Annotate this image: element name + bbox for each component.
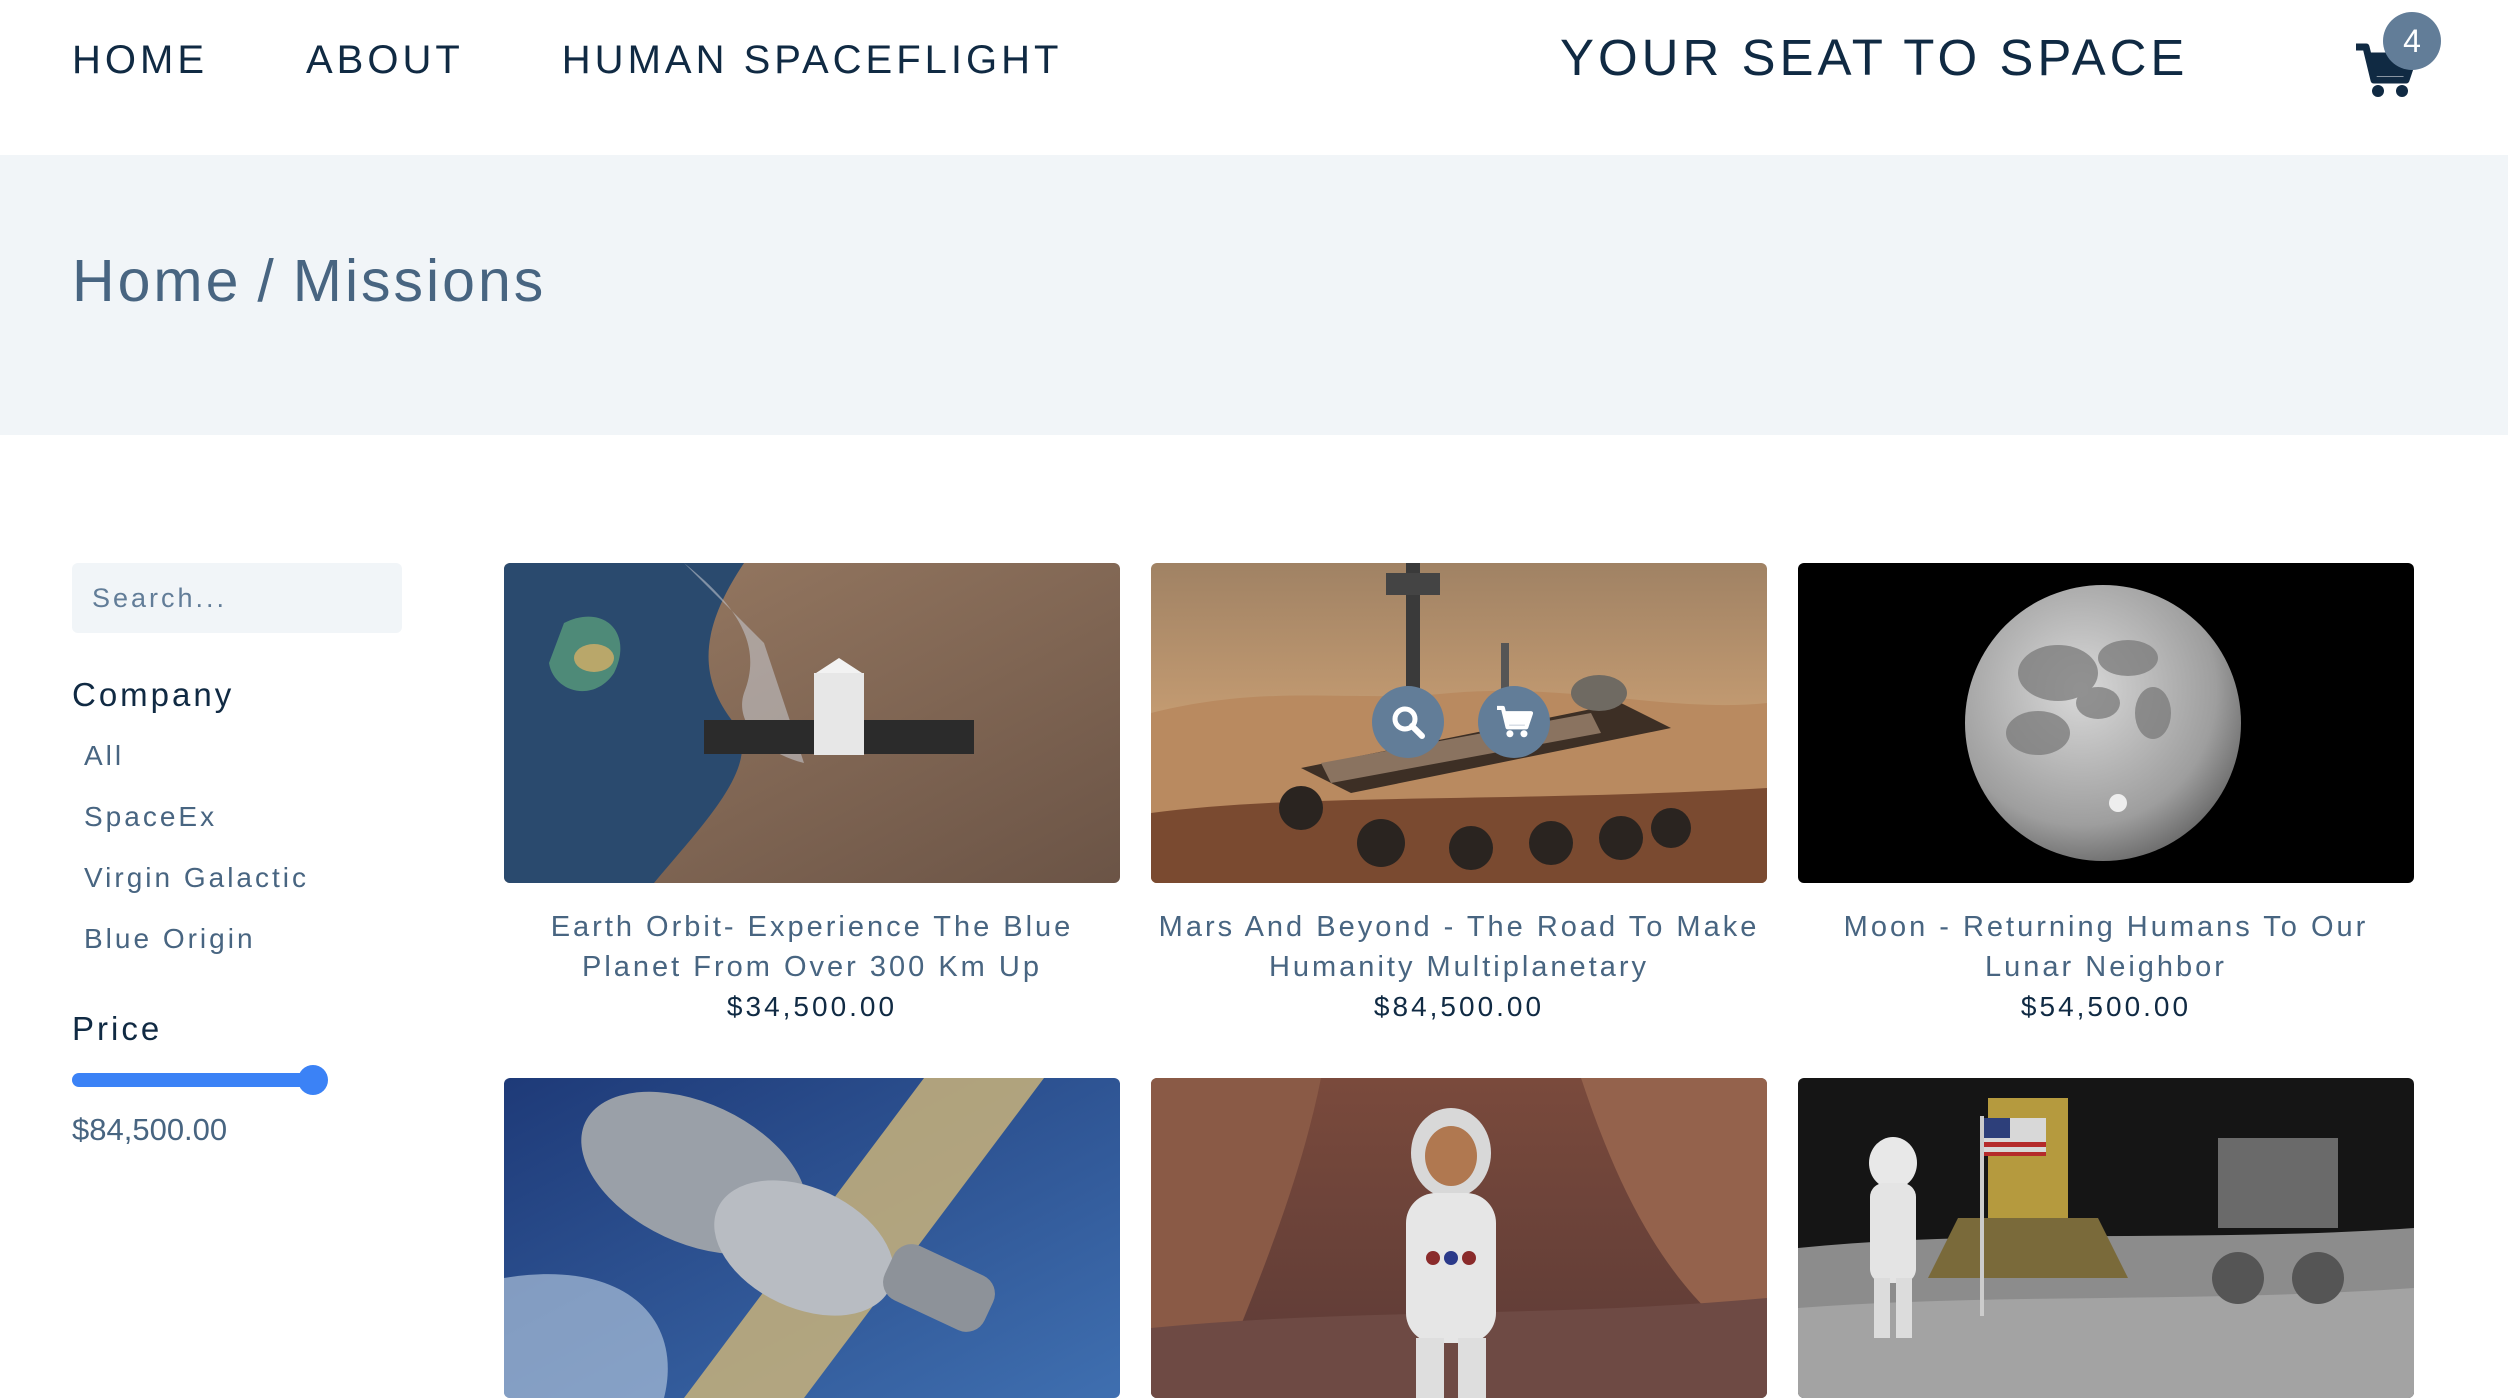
- breadcrumb-home[interactable]: Home: [72, 248, 241, 314]
- main-nav: HOME ABOUT HUMAN SPACEFLIGHT: [72, 0, 1062, 120]
- search-icon: [1392, 706, 1425, 739]
- nav-link-home[interactable]: HOME: [72, 38, 208, 83]
- product-name[interactable]: Mars And Beyond - The Road To Make Human…: [1151, 907, 1767, 987]
- product-card[interactable]: [1151, 1078, 1767, 1398]
- product-image-mars[interactable]: [1151, 563, 1767, 883]
- product-image-astronaut[interactable]: [1151, 1078, 1767, 1398]
- price-slider-thumb[interactable]: [298, 1065, 328, 1095]
- product-name[interactable]: Earth Orbit- Experience The Blue Planet …: [504, 907, 1120, 987]
- price-slider-track: [72, 1073, 322, 1087]
- site-header: HOME ABOUT HUMAN SPACEFLIGHT YOUR SEAT T…: [0, 0, 2508, 155]
- product-price: $84,500.00: [1373, 991, 1545, 1022]
- cart-icon: [1497, 705, 1533, 738]
- product-image-earth-orbit[interactable]: [504, 563, 1120, 883]
- nav-link-human-spaceflight[interactable]: HUMAN SPACEFLIGHT: [562, 38, 1063, 83]
- nav-link-about[interactable]: ABOUT: [306, 38, 464, 83]
- breadcrumb: Home / Missions: [72, 247, 546, 315]
- add-to-cart-button[interactable]: [1478, 686, 1550, 758]
- quick-view-button[interactable]: [1372, 686, 1444, 758]
- product-image-soyuz[interactable]: [504, 1078, 1120, 1398]
- breadcrumb-current: Missions: [292, 248, 547, 314]
- price-value: $84,500.00: [72, 1112, 228, 1147]
- product-image-apollo[interactable]: [1798, 1078, 2414, 1398]
- company-filter-spaceex[interactable]: SpaceEx: [84, 796, 309, 857]
- product-card[interactable]: [504, 1078, 1120, 1398]
- search-input[interactable]: [72, 563, 402, 633]
- breadcrumb-separator: /: [257, 248, 277, 314]
- product-card[interactable]: Earth Orbit- Experience The Blue Planet …: [504, 563, 1120, 1027]
- company-filter-virgin-galactic[interactable]: Virgin Galactic: [84, 857, 309, 918]
- product-price: $54,500.00: [2020, 991, 2192, 1022]
- product-image-moon[interactable]: [1798, 563, 2414, 883]
- product-card[interactable]: [1798, 1078, 2414, 1398]
- company-filter-blue-origin[interactable]: Blue Origin: [84, 918, 309, 979]
- company-filter-list: All SpaceEx Virgin Galactic Blue Origin: [84, 735, 309, 979]
- company-heading: Company: [72, 676, 235, 713]
- product-card[interactable]: Mars And Beyond - The Road To Make Human…: [1151, 563, 1767, 1027]
- page-hero: Home / Missions: [0, 155, 2508, 435]
- cart-count-badge: 4: [2383, 12, 2441, 70]
- brand-title[interactable]: YOUR SEAT TO SPACE: [1560, 28, 2188, 87]
- product-card[interactable]: Moon - Returning Humans To Our Lunar Nei…: [1798, 563, 2414, 1027]
- product-price: $34,500.00: [726, 991, 898, 1022]
- product-name[interactable]: Moon - Returning Humans To Our Lunar Nei…: [1798, 907, 2414, 987]
- price-slider[interactable]: [72, 1065, 332, 1095]
- company-filter-all[interactable]: All: [84, 735, 309, 796]
- price-heading: Price: [72, 1010, 163, 1047]
